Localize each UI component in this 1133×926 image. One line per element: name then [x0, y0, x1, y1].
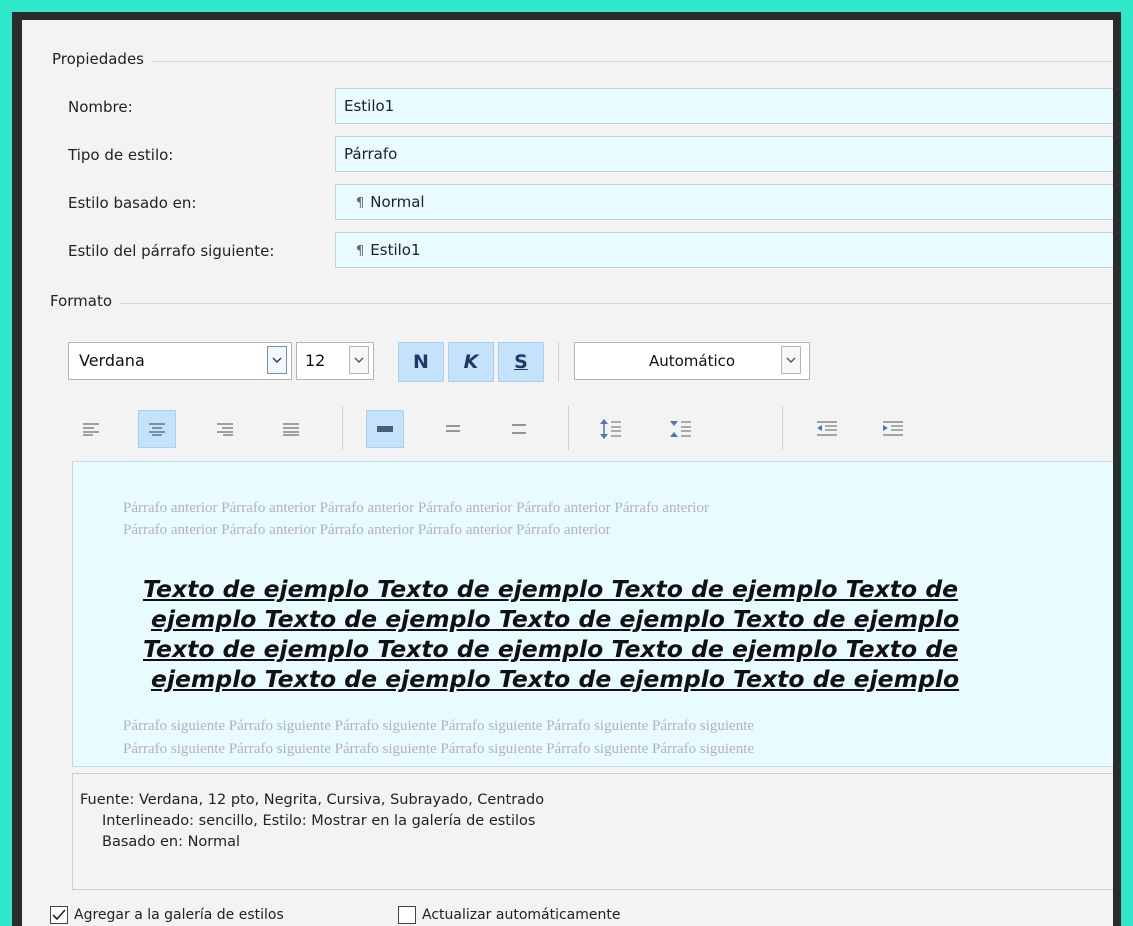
- style-preview: Párrafo anterior Párrafo anterior Párraf…: [72, 461, 1113, 767]
- auto-update-option[interactable]: Actualizar automáticamente: [398, 906, 621, 924]
- space-before-increase-icon: [600, 419, 621, 439]
- align-center-button[interactable]: [138, 410, 176, 448]
- preview-next-line: Párrafo siguiente Párrafo siguiente Párr…: [123, 741, 755, 757]
- line-spacing-double-icon: [512, 424, 526, 434]
- bold-button[interactable]: N: [398, 342, 444, 382]
- format-group-label: Formato: [50, 292, 113, 310]
- align-right-icon: [217, 423, 233, 436]
- auto-update-checkbox[interactable]: [398, 906, 416, 924]
- increase-indent-icon: [883, 421, 903, 436]
- italic-button[interactable]: K: [448, 342, 494, 382]
- add-to-gallery-option[interactable]: Agregar a la galería de estilos: [50, 906, 284, 924]
- next-style-value: Estilo1: [370, 241, 421, 259]
- increase-indent-button[interactable]: [874, 410, 912, 448]
- space-before-increase-button[interactable]: [592, 410, 630, 448]
- align-left-button[interactable]: [72, 410, 110, 448]
- preview-sample-line: ejemplo Texto de ejemplo Texto de ejempl…: [151, 665, 960, 693]
- add-to-gallery-label: Agregar a la galería de estilos: [74, 907, 284, 923]
- line-spacing-single-icon: [377, 426, 393, 432]
- font-color-value: Automático: [648, 352, 736, 370]
- decrease-indent-icon: [817, 421, 837, 436]
- align-justify-icon: [283, 423, 299, 436]
- align-left-icon: [83, 423, 99, 436]
- font-name-combo[interactable]: Verdana: [68, 342, 292, 380]
- decrease-indent-button[interactable]: [808, 410, 846, 448]
- preview-sample-line: Texto de ejemplo Texto de ejemplo Texto …: [143, 635, 959, 663]
- name-field[interactable]: Estilo1: [335, 88, 1113, 124]
- chevron-down-icon[interactable]: [781, 346, 801, 374]
- paragraph-mark-icon: ¶: [356, 196, 365, 211]
- underline-button[interactable]: S: [498, 342, 544, 382]
- next-style-label: Estilo del párrafo siguiente:: [68, 242, 275, 260]
- preview-next-line: Párrafo siguiente Párrafo siguiente Párr…: [123, 718, 755, 734]
- next-style-field[interactable]: ¶ Estilo1: [335, 232, 1113, 268]
- auto-update-label: Actualizar automáticamente: [422, 907, 621, 923]
- font-size-value: 12: [305, 351, 326, 370]
- style-description: Fuente: Verdana, 12 pto, Negrita, Cursiv…: [72, 773, 1113, 890]
- font-name-value: Verdana: [79, 351, 145, 370]
- style-type-field[interactable]: Párrafo: [335, 136, 1113, 172]
- style-type-label: Tipo de estilo:: [68, 146, 174, 164]
- description-based-on-line: Basado en: Normal: [102, 834, 241, 850]
- line-spacing-single-button[interactable]: [366, 410, 404, 448]
- preview-sample-line: Texto de ejemplo Texto de ejemplo Texto …: [143, 575, 959, 603]
- properties-group-label: Propiedades: [52, 50, 144, 68]
- align-center-icon: [149, 423, 165, 436]
- paragraph-mark-icon: ¶: [356, 244, 365, 259]
- based-on-value: Normal: [370, 193, 425, 211]
- checkmark-icon: [52, 909, 66, 921]
- description-font-line: Fuente: Verdana, 12 pto, Negrita, Cursiv…: [80, 792, 545, 808]
- align-justify-button[interactable]: [272, 410, 310, 448]
- name-label: Nombre:: [68, 98, 133, 116]
- toolbar-separator: [558, 342, 559, 382]
- chevron-down-icon[interactable]: [267, 346, 287, 374]
- space-before-decrease-icon: [670, 421, 691, 437]
- toolbar-separator: [568, 406, 569, 450]
- based-on-field[interactable]: ¶ Normal: [335, 184, 1113, 220]
- based-on-label: Estilo basado en:: [68, 194, 197, 212]
- format-divider: [120, 303, 1112, 304]
- properties-divider: [152, 61, 1112, 62]
- preview-previous-line: Párrafo anterior Párrafo anterior Párraf…: [123, 500, 709, 516]
- space-before-decrease-button[interactable]: [662, 410, 700, 448]
- toolbar-separator: [782, 406, 783, 450]
- description-spacing-line: Interlineado: sencillo, Estilo: Mostrar …: [102, 813, 536, 829]
- style-dialog: Propiedades Nombre: Estilo1 Tipo de esti…: [12, 12, 1121, 926]
- preview-sample-line: ejemplo Texto de ejemplo Texto de ejempl…: [151, 605, 960, 633]
- toolbar-separator: [342, 406, 343, 450]
- line-spacing-1-5-button[interactable]: [434, 410, 472, 448]
- line-spacing-1-5-icon: [446, 425, 460, 432]
- font-color-combo[interactable]: Automático: [574, 342, 810, 380]
- align-right-button[interactable]: [206, 410, 244, 448]
- line-spacing-double-button[interactable]: [500, 410, 538, 448]
- font-size-combo[interactable]: 12: [296, 342, 374, 380]
- add-to-gallery-checkbox[interactable]: [50, 906, 68, 924]
- chevron-down-icon[interactable]: [349, 346, 369, 374]
- preview-previous-line: Párrafo anterior Párrafo anterior Párraf…: [123, 522, 611, 538]
